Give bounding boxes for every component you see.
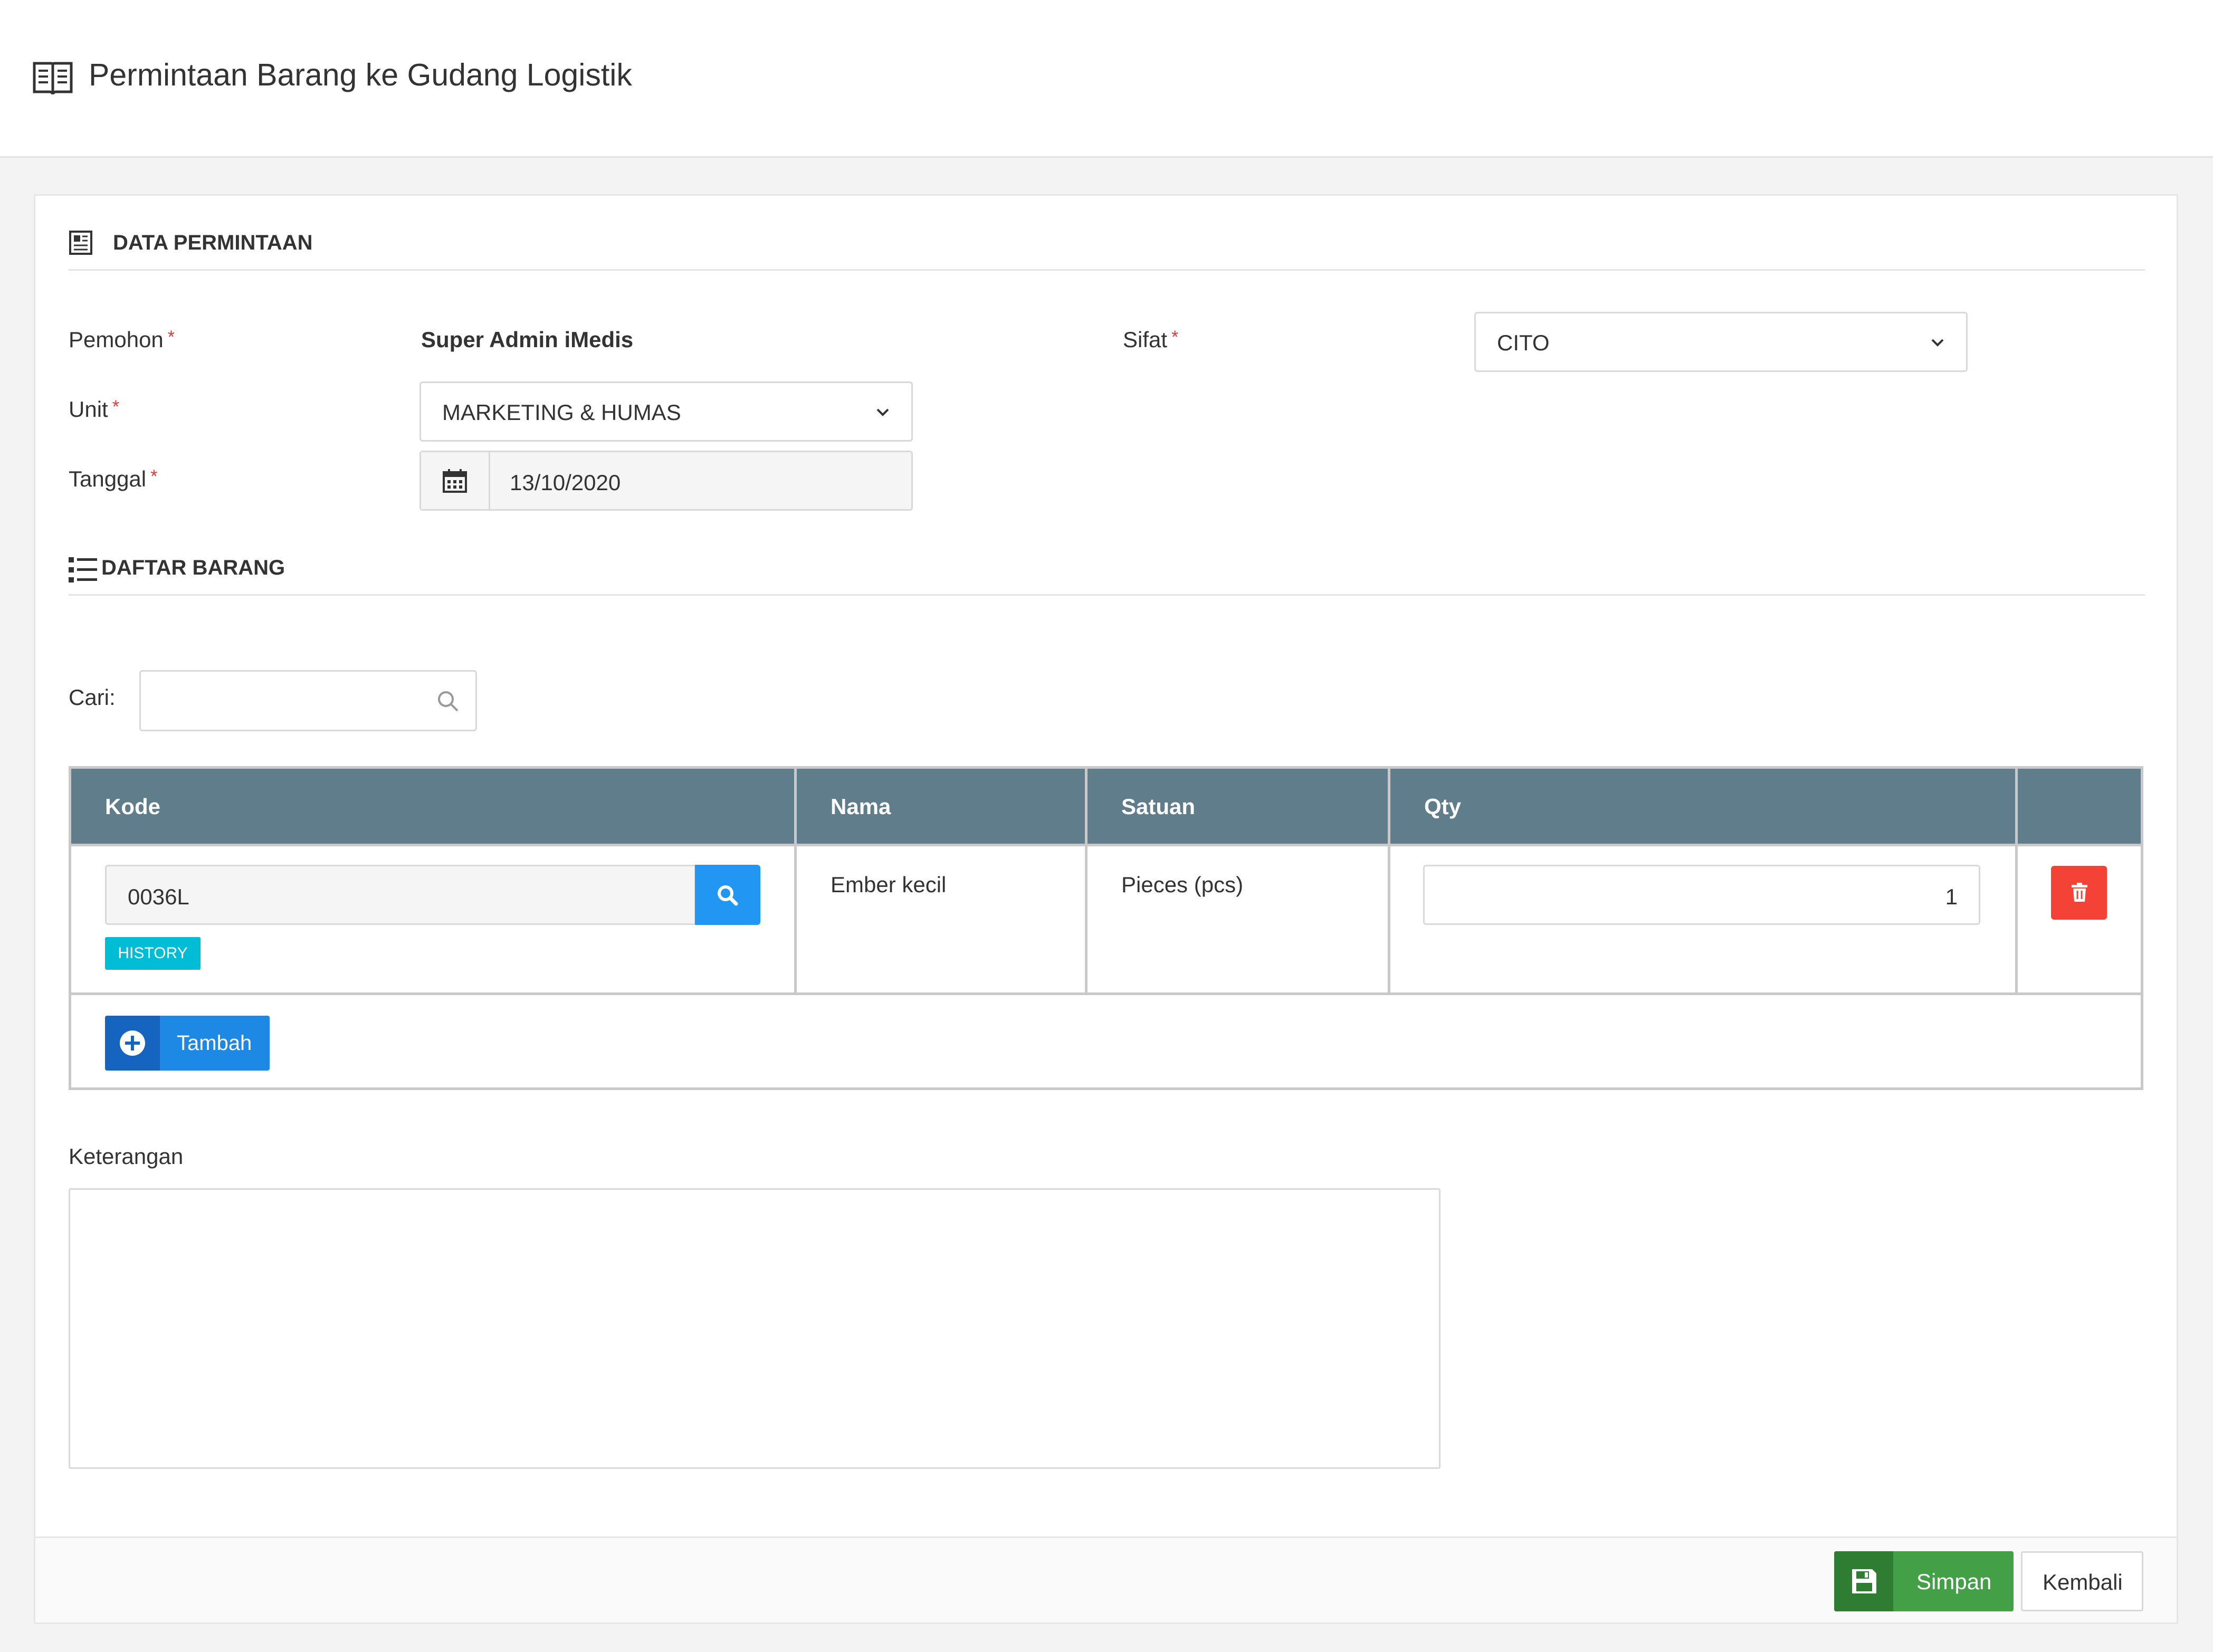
column-header-kode-label: Kode xyxy=(105,794,160,819)
page-header: Permintaan Barang ke Gudang Logistik xyxy=(0,0,2213,158)
column-header-satuan: Satuan xyxy=(1088,769,1388,844)
unit-selected-value: MARKETING & HUMAS xyxy=(442,400,681,425)
calendar-addon[interactable] xyxy=(421,452,490,509)
search-label: Cari: xyxy=(69,685,116,710)
tanggal-label-text: Tanggal xyxy=(69,466,147,491)
simpan-button[interactable]: Simpan xyxy=(1834,1551,2014,1611)
column-divider xyxy=(1085,769,1088,995)
chevron-down-icon xyxy=(1931,339,1944,347)
column-divider xyxy=(2015,769,2018,995)
satuan-cell: Pieces (pcs) xyxy=(1121,872,1244,897)
simpan-icon-box xyxy=(1834,1551,1893,1611)
qty-value: 1 xyxy=(1945,884,1958,909)
qty-input[interactable]: 1 xyxy=(1423,865,1980,925)
search-input[interactable] xyxy=(139,670,477,731)
column-header-qty-label: Qty xyxy=(1424,794,1462,819)
row-divider xyxy=(71,992,2141,995)
history-badge[interactable]: HISTORY xyxy=(105,937,201,970)
kode-value: 0036L xyxy=(128,884,189,909)
column-header-qty: Qty xyxy=(1390,769,2015,844)
search-icon xyxy=(438,691,459,712)
sifat-label-text: Sifat xyxy=(1123,327,1168,352)
required-mark: * xyxy=(167,327,175,347)
kembali-label: Kembali xyxy=(2043,1570,2123,1594)
trash-icon xyxy=(2072,883,2087,902)
tanggal-field[interactable]: 13/10/2020 xyxy=(419,451,913,511)
kembali-button[interactable]: Kembali xyxy=(2021,1551,2143,1611)
required-mark: * xyxy=(112,397,119,417)
newspaper-icon xyxy=(69,231,92,255)
unit-label: Unit * xyxy=(69,397,119,422)
delete-row-button[interactable] xyxy=(2051,866,2107,920)
plus-circle-icon xyxy=(120,1030,145,1056)
tambah-button[interactable]: Tambah xyxy=(105,1016,270,1071)
column-header-nama: Nama xyxy=(797,769,1085,844)
list-icon xyxy=(69,557,97,583)
column-divider xyxy=(1388,769,1390,995)
daftar-barang-header: DAFTAR BARANG xyxy=(69,552,2145,596)
page-title: Permintaan Barang ke Gudang Logistik xyxy=(89,58,632,92)
open-book-icon xyxy=(33,62,73,95)
data-permintaan-title: DATA PERMINTAAN xyxy=(113,231,313,254)
simpan-label: Simpan xyxy=(1916,1569,1992,1594)
search-kode-button[interactable] xyxy=(695,865,760,925)
keterangan-textarea[interactable] xyxy=(69,1188,1441,1469)
pemohon-value: Super Admin iMedis xyxy=(421,327,634,352)
column-divider xyxy=(794,769,797,995)
tambah-label: Tambah xyxy=(177,1032,252,1055)
unit-select[interactable]: MARKETING & HUMAS xyxy=(419,381,913,442)
column-header-action xyxy=(2018,769,2141,844)
required-mark: * xyxy=(150,466,158,486)
floppy-disk-icon xyxy=(1852,1569,1876,1593)
column-header-kode: Kode xyxy=(71,769,794,844)
barang-table: Kode Nama Satuan Qty 0036L HISTORY Ember… xyxy=(69,766,2143,1090)
keterangan-label: Keterangan xyxy=(69,1144,184,1169)
pemohon-label: Pemohon * xyxy=(69,327,175,352)
search-icon xyxy=(718,885,738,906)
tanggal-value: 13/10/2020 xyxy=(510,470,621,495)
nama-cell: Ember kecil xyxy=(831,872,947,897)
daftar-barang-title: DAFTAR BARANG xyxy=(101,556,285,579)
chevron-down-icon xyxy=(876,408,889,416)
sifat-select[interactable]: CITO xyxy=(1474,312,1968,372)
pemohon-label-text: Pemohon xyxy=(69,327,164,352)
column-header-satuan-label: Satuan xyxy=(1121,794,1196,819)
data-permintaan-header: DATA PERMINTAAN xyxy=(69,227,2145,271)
calendar-icon xyxy=(443,469,467,493)
tanggal-label: Tanggal * xyxy=(69,466,157,492)
unit-label-text: Unit xyxy=(69,397,108,422)
sifat-selected-value: CITO xyxy=(1497,330,1550,355)
column-header-nama-label: Nama xyxy=(831,794,891,819)
sifat-label: Sifat * xyxy=(1123,327,1178,352)
row-divider xyxy=(71,844,2141,846)
required-mark: * xyxy=(1171,327,1179,347)
kode-input[interactable]: 0036L xyxy=(105,865,696,925)
tambah-icon-box xyxy=(105,1016,160,1071)
